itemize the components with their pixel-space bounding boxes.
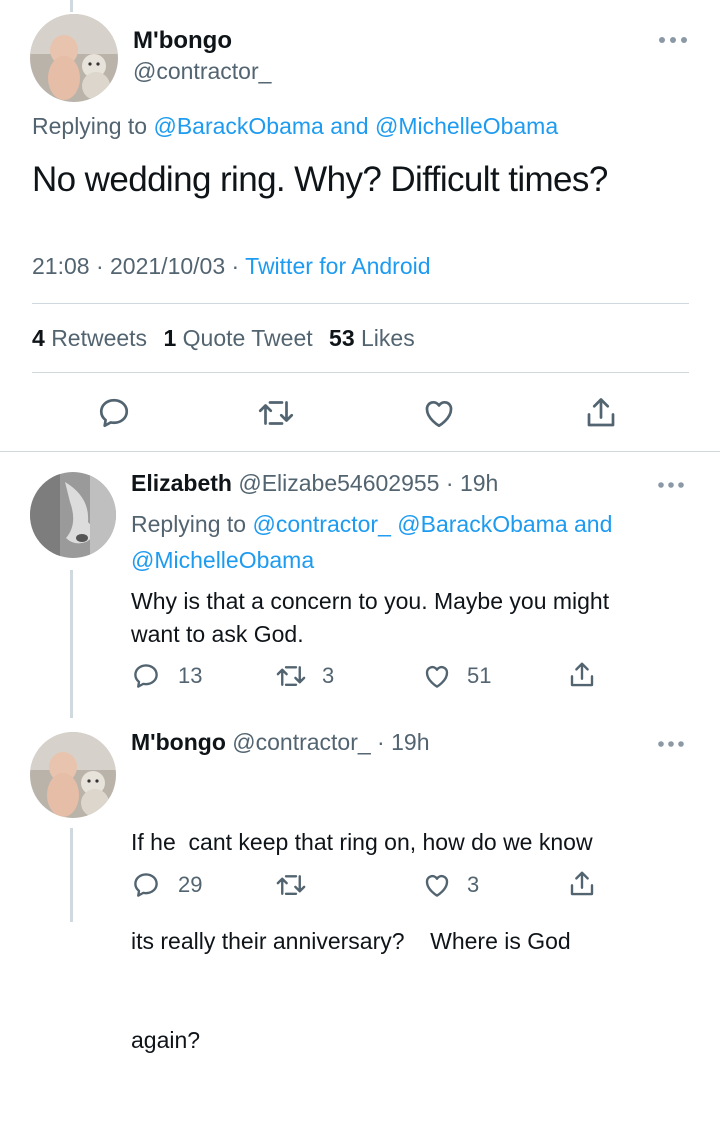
divider (0, 451, 720, 452)
reply-text-line: If he cant keep that ring on, how do we … (131, 829, 593, 855)
more-icon[interactable] (657, 481, 685, 489)
share-icon[interactable] (583, 394, 619, 432)
display-name[interactable]: Elizabeth (131, 470, 232, 496)
divider (32, 372, 689, 373)
reply-icon[interactable] (131, 870, 161, 900)
mention-link[interactable]: @BarackObama (153, 113, 323, 139)
reply-text: If he cant keep that ring on, how do we … (131, 760, 593, 1123)
like-count: 3 (467, 872, 480, 897)
reply-count: 13 (178, 663, 203, 688)
reply-text-line: again? (131, 1027, 201, 1053)
divider (32, 303, 689, 304)
mention-link[interactable]: @contractor_ (252, 511, 390, 537)
display-name[interactable]: M'bongo (131, 729, 226, 755)
share-icon[interactable] (567, 868, 597, 900)
retweets-stat[interactable]: 4 Retweets (32, 325, 147, 351)
retweet-icon[interactable] (274, 661, 308, 691)
reply-header: M'bongo @contractor_ · 19h (131, 729, 430, 755)
display-name[interactable]: M'bongo (133, 27, 232, 55)
handle[interactable]: @Elizabe54602955 (238, 470, 439, 496)
mention-link[interactable]: @BarackObama (397, 511, 567, 537)
replying-to: Replying to @BarackObama and @MichelleOb… (32, 113, 558, 140)
likes-stat[interactable]: 53 Likes (329, 325, 415, 351)
reply-text-line: Why is that a concern to you. Maybe you … (131, 588, 610, 614)
reply-count: 29 (178, 872, 203, 897)
tweet-time[interactable]: 21:08 (32, 253, 90, 279)
more-icon[interactable] (657, 740, 685, 748)
mention-link[interactable]: @MichelleObama (131, 547, 314, 573)
handle[interactable]: @contractor_ (232, 729, 370, 755)
reply-text-line: want to ask God. (131, 621, 304, 647)
retweet-count: 3 (322, 663, 335, 688)
like-icon[interactable] (420, 395, 458, 431)
avatar[interactable] (30, 472, 116, 558)
share-icon[interactable] (567, 659, 597, 691)
thread-line (70, 828, 73, 922)
mention-link[interactable]: @MichelleObama (375, 113, 558, 139)
tweet-meta: 21:08 · 2021/10/03 · Twitter for Android (32, 253, 431, 279)
avatar[interactable] (30, 732, 116, 818)
replying-to: Replying to @contractor_ @BarackObama an… (131, 506, 612, 578)
more-icon[interactable] (658, 36, 688, 44)
reply-header: Elizabeth @Elizabe54602955 · 19h (131, 470, 499, 496)
mention-and: and (330, 113, 369, 139)
reply-text-line: its really their anniversary? Where is G… (131, 928, 571, 954)
thread-line (70, 570, 73, 718)
reply-time[interactable]: 19h (391, 729, 429, 755)
retweet-icon[interactable] (274, 870, 308, 900)
reply-text: Why is that a concern to you. Maybe you … (131, 585, 609, 651)
handle[interactable]: @contractor_ (133, 58, 271, 85)
reply-time[interactable]: 19h (460, 470, 498, 496)
replying-prefix: Replying to (32, 113, 148, 139)
tweet-source[interactable]: Twitter for Android (245, 253, 430, 279)
thread-line-top (70, 0, 73, 12)
tweet-stats: 4 Retweets 1 Quote Tweet 53 Likes (32, 325, 415, 352)
like-icon[interactable] (421, 870, 453, 900)
like-count: 51 (467, 663, 492, 688)
quotes-stat[interactable]: 1 Quote Tweet (163, 325, 312, 351)
like-icon[interactable] (421, 661, 453, 691)
tweet-text: No wedding ring. Why? Difficult times? (32, 160, 608, 199)
retweet-icon[interactable] (256, 395, 296, 431)
tweet-date[interactable]: 2021/10/03 (110, 253, 225, 279)
avatar[interactable] (30, 14, 118, 102)
reply-icon[interactable] (131, 661, 161, 691)
mention-and: and (574, 511, 613, 537)
replying-prefix: Replying to (131, 511, 247, 537)
reply-icon[interactable] (96, 395, 132, 431)
